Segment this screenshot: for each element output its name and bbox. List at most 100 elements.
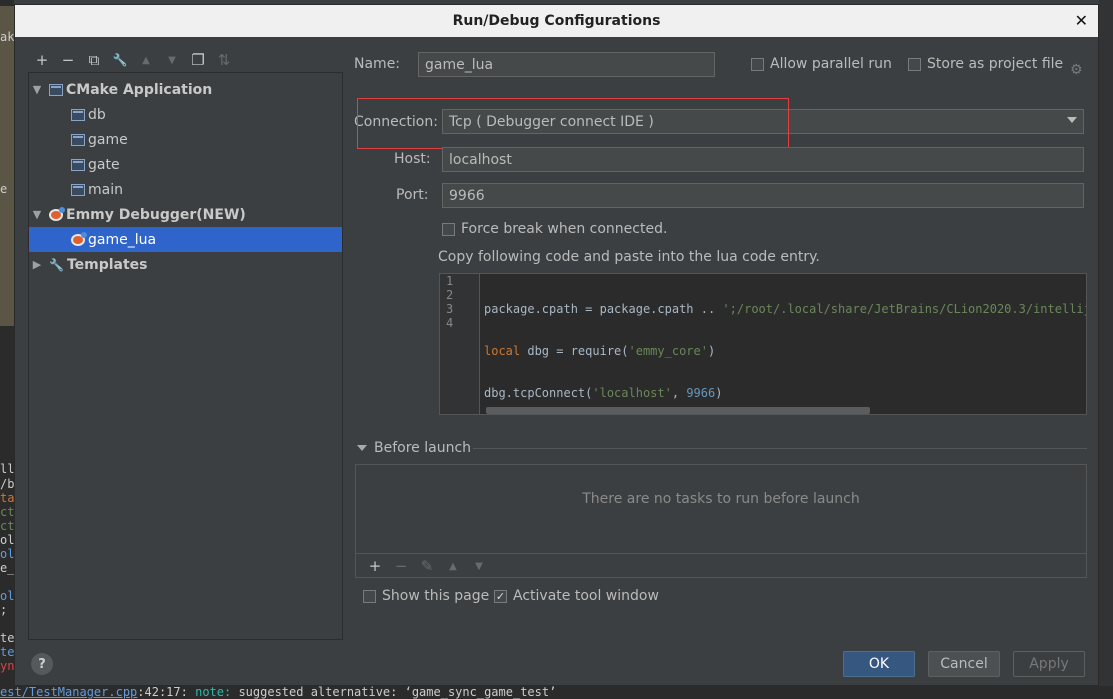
name-field[interactable] (418, 52, 715, 77)
allow-parallel-checkbox[interactable]: Allow parallel run (751, 56, 892, 72)
code-token: package.cpath = package.cpath .. (484, 302, 723, 316)
tree-group-templates[interactable]: ▶ 🔧 Templates (29, 252, 342, 277)
remove-icon[interactable]: − (388, 557, 414, 575)
checkbox-box[interactable] (442, 222, 455, 236)
tree-item-gate[interactable]: gate (29, 152, 342, 177)
host-label: Host: (394, 151, 431, 167)
connection-label: Connection: (354, 114, 438, 130)
move-up-icon[interactable]: ▲ (133, 49, 159, 71)
code-token: , (671, 386, 687, 400)
tree-item-main[interactable]: main (29, 177, 342, 202)
chevron-down-icon[interactable]: ▼ (29, 208, 45, 221)
bg-code-fragment: ct (0, 519, 14, 533)
move-up-icon[interactable]: ▲ (440, 561, 466, 572)
chevron-right-icon[interactable]: ▶ (29, 258, 45, 271)
move-down-icon[interactable]: ▼ (466, 561, 492, 572)
code-string: 'emmy_core' (628, 344, 708, 358)
copy-hint-text: Copy following code and paste into the l… (438, 249, 820, 265)
code-string: ';/root/.local/share/JetBrains/CLion2020… (722, 302, 1087, 316)
force-break-checkbox[interactable]: Force break when connected. (442, 221, 667, 237)
horizontal-scrollbar[interactable] (486, 407, 870, 414)
activate-tool-checkbox[interactable]: ✓ Activate tool window (494, 588, 659, 604)
tree-item-label: main (88, 181, 123, 198)
copy-icon[interactable]: ⧉ (81, 49, 107, 71)
divider (473, 448, 1087, 449)
code-string: 'localhost' (592, 386, 672, 400)
code-snippet-editor[interactable]: 1 2 3 4 package.cpath = package.cpath ..… (439, 273, 1087, 415)
bg-code-fragment: llc (0, 462, 14, 476)
code-token: ) (715, 386, 723, 400)
chevron-down-icon[interactable] (1067, 117, 1077, 123)
run-debug-dialog: Run/Debug Configurations ✕ + − ⧉ 🔧 ▲ ▼ ❐… (14, 4, 1099, 686)
bg-output-location: :42:17: (137, 686, 188, 699)
bg-code-fragment: ta (0, 491, 14, 505)
tree-group-label: Emmy Debugger(NEW) (66, 206, 246, 223)
code-line: dbg.tcpConnect('localhost', 9966) (484, 386, 1086, 400)
wrench-icon[interactable]: 🔧 (107, 49, 133, 71)
apply-button[interactable]: Apply (1013, 651, 1085, 677)
code-lines[interactable]: package.cpath = package.cpath .. ';/root… (484, 274, 1087, 414)
add-icon[interactable]: + (362, 557, 388, 575)
ok-button[interactable]: OK (843, 651, 915, 677)
edit-icon[interactable]: ✎ (414, 557, 440, 575)
port-field[interactable] (442, 183, 1084, 208)
bg-code-fragment: tes (0, 631, 14, 645)
folder-icon[interactable]: ❐ (185, 49, 211, 71)
bg-code-fragment: ola (0, 589, 14, 603)
tree-group-emmy[interactable]: ▼ Emmy Debugger(NEW) (29, 202, 342, 227)
move-down-icon[interactable]: ▼ (159, 49, 185, 71)
show-page-checkbox[interactable]: Show this page (363, 588, 489, 604)
config-toolbar: + − ⧉ 🔧 ▲ ▼ ❐ ⇅ (29, 49, 237, 71)
emmy-debugger-icon (49, 206, 65, 221)
bg-output-message: suggested alternative: ‘game_sync_game_t… (231, 686, 557, 699)
bg-code-fragment: ync (0, 659, 14, 673)
name-label: Name: (354, 56, 401, 72)
tree-item-game-lua[interactable]: game_lua (29, 227, 342, 252)
code-token: dbg.tcpConnect( (484, 386, 593, 400)
checkbox-box[interactable] (751, 57, 764, 71)
add-icon[interactable]: + (29, 49, 55, 71)
code-token: dbg = require( (520, 344, 629, 358)
code-number: 9966 (686, 386, 716, 400)
show-page-label: Show this page (382, 588, 490, 604)
tree-item-db[interactable]: db (29, 102, 342, 127)
close-icon[interactable]: ✕ (1075, 11, 1088, 30)
store-project-checkbox[interactable]: Store as project file (908, 56, 1063, 72)
sort-icon[interactable]: ⇅ (211, 49, 237, 71)
line-number: 4 (446, 316, 454, 330)
port-label: Port: (396, 187, 429, 203)
tree-item-game[interactable]: game (29, 127, 342, 152)
help-button[interactable]: ? (31, 653, 53, 675)
ide-build-output-line: est/TestManager.cpp:42:17: note: suggest… (0, 686, 1113, 699)
code-line: local dbg = require('emmy_core') (484, 344, 1086, 358)
remove-icon[interactable]: − (55, 49, 81, 71)
tree-group-cmake[interactable]: ▼ CMake Application (29, 77, 342, 102)
cmake-icon (71, 158, 85, 171)
bg-code-fragment: ola (0, 533, 14, 547)
allow-parallel-label: Allow parallel run (770, 56, 892, 72)
bg-code-fragment: ; (0, 603, 8, 617)
code-line: package.cpath = package.cpath .. ';/root… (484, 302, 1087, 316)
chevron-down-icon[interactable] (357, 445, 367, 451)
gear-icon[interactable]: ⚙ (1070, 62, 1084, 78)
chevron-down-icon[interactable]: ▼ (29, 83, 45, 96)
checkbox-box[interactable] (363, 589, 376, 603)
bg-code-fragment: /b (0, 477, 14, 491)
before-launch-panel: There are no tasks to run before launch … (355, 464, 1087, 578)
host-field[interactable] (442, 147, 1084, 172)
tree-group-label: CMake Application (66, 81, 213, 98)
cmake-icon (71, 133, 85, 146)
ide-editor-strip (0, 6, 14, 326)
cmake-icon (71, 183, 85, 196)
checkbox-box-checked[interactable]: ✓ (494, 589, 507, 603)
tree-item-label: game_lua (88, 231, 157, 248)
bg-output-path[interactable]: est/TestManager.cpp (0, 686, 137, 699)
cancel-button[interactable]: Cancel (928, 651, 1000, 677)
checkbox-box[interactable] (908, 57, 921, 71)
bg-code-fragment: tes (0, 645, 14, 659)
bg-output-note: note: (195, 686, 232, 699)
connection-select[interactable]: Tcp ( Debugger connect IDE ) (442, 109, 1084, 134)
before-launch-header[interactable]: Before launch (357, 440, 471, 456)
bg-code-fragment: e_i (0, 561, 14, 575)
line-number: 2 (446, 288, 454, 302)
